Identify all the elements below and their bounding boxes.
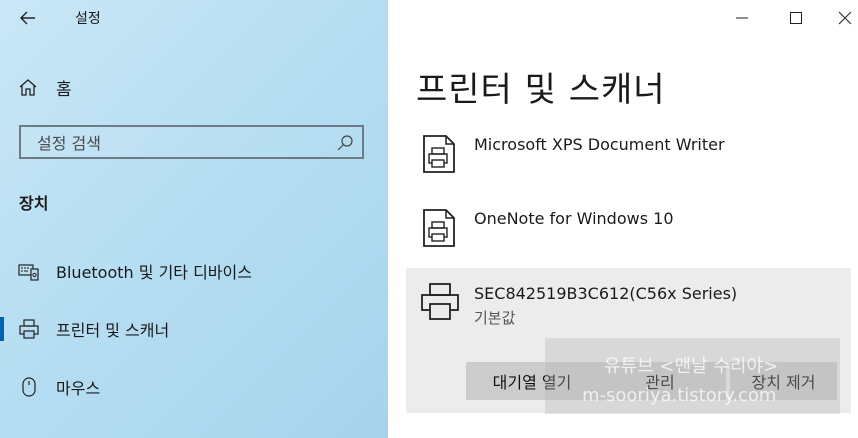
mouse-icon	[18, 376, 40, 398]
sidebar-item-label: 마우스	[56, 379, 101, 398]
sidebar-item-mouse[interactable]: 마우스	[0, 369, 388, 405]
section-title: 장치	[19, 194, 49, 213]
back-button[interactable]	[16, 6, 40, 30]
search-icon[interactable]	[336, 134, 354, 152]
sidebar-item-home[interactable]: 홈	[18, 72, 72, 102]
minimize-icon	[736, 17, 748, 19]
search-box[interactable]	[19, 125, 364, 159]
printer-icon	[421, 283, 459, 320]
titlebar-left: 설정	[0, 0, 388, 36]
sidebar-item-label: 프린터 및 스캐너	[56, 321, 170, 340]
printer-item[interactable]: OneNote for Windows 10	[406, 202, 851, 258]
app-title: 설정	[75, 11, 101, 27]
printer-item[interactable]: Microsoft XPS Document Writer	[406, 128, 851, 184]
close-button[interactable]	[832, 4, 858, 32]
settings-window: 설정 홈 장치 Blue	[0, 0, 858, 438]
document-printer-icon	[423, 209, 455, 247]
printer-name: OneNote for Windows 10	[474, 209, 674, 228]
home-icon	[19, 79, 37, 96]
printer-name: Microsoft XPS Document Writer	[474, 135, 725, 154]
page-title: 프린터 및 스캐너	[416, 70, 666, 110]
sidebar-item-label: Bluetooth 및 기타 디바이스	[56, 263, 252, 282]
home-label: 홈	[56, 79, 72, 100]
search-input[interactable]	[35, 132, 339, 154]
sidebar-item-printers[interactable]: 프린터 및 스캐너	[0, 311, 388, 347]
open-queue-button[interactable]: 대기열 열기	[466, 362, 598, 400]
sidebar: 설정 홈 장치 Blue	[0, 0, 388, 438]
maximize-icon	[790, 12, 802, 24]
sidebar-item-bluetooth[interactable]: Bluetooth 및 기타 디바이스	[0, 253, 388, 289]
printer-name: SEC842519B3C612(C56x Series)	[474, 284, 738, 303]
close-icon	[838, 11, 852, 25]
minimize-button[interactable]	[724, 4, 760, 32]
printer-default-label: 기본값	[474, 309, 516, 327]
maximize-button[interactable]	[778, 4, 814, 32]
printer-icon	[18, 318, 40, 340]
document-printer-icon	[423, 135, 455, 173]
watermark-line2: m-sooriya.tistory.com	[582, 385, 777, 406]
back-arrow-icon	[20, 11, 35, 25]
watermark-line1: 유튜브 <맨날 수리야>	[604, 356, 779, 377]
bluetooth-devices-icon	[18, 260, 40, 282]
